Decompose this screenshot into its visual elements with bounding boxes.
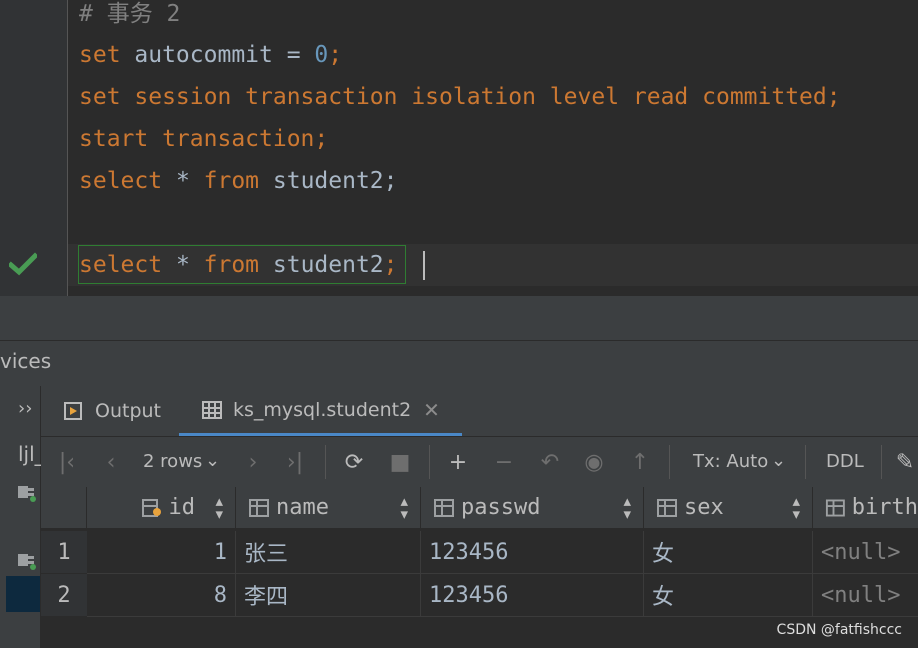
toolbar-divider	[669, 445, 670, 479]
editor-gutter	[0, 0, 68, 296]
remove-row-icon[interactable]: −	[489, 437, 519, 487]
toolbar-divider	[881, 445, 882, 479]
table-cell[interactable]: 123456	[421, 574, 644, 617]
column-header-passwd[interactable]: passwd ▴ ▾	[421, 487, 644, 529]
last-page-icon[interactable]: ›|	[281, 437, 309, 487]
column-header-id[interactable]: id ▴ ▾	[87, 487, 236, 529]
tab-ks-mysql-student2[interactable]: ks_mysql.student2 ✕	[179, 386, 462, 436]
services-header: vices	[0, 340, 918, 387]
add-row-icon[interactable]: +	[443, 437, 473, 487]
table-cell[interactable]: 女	[644, 531, 813, 574]
first-page-icon[interactable]: |‹	[53, 437, 81, 487]
check-icon	[9, 252, 37, 276]
close-icon[interactable]: ✕	[423, 398, 440, 422]
datasource-icon[interactable]	[16, 482, 36, 502]
column-label: passwd	[461, 495, 541, 520]
code-line-2: set session transaction isolation level …	[79, 84, 841, 110]
column-icon	[657, 498, 677, 517]
code-line-1: set autocommit = 0;	[79, 42, 343, 68]
watermark: CSDN @fatfishccc	[776, 622, 902, 638]
sort-icon[interactable]: ▴ ▾	[792, 494, 800, 522]
preview-icon[interactable]: ◉	[579, 437, 609, 487]
text-caret	[423, 251, 425, 280]
submit-icon[interactable]: ↑	[625, 437, 655, 487]
row-number[interactable]: 1	[41, 531, 87, 574]
services-tree: ›› ljl_	[0, 386, 45, 648]
table-cell[interactable]: 李四	[236, 574, 421, 617]
table-cell[interactable]: <null>	[813, 531, 918, 574]
prev-page-icon[interactable]: ‹	[97, 437, 125, 487]
table-cell[interactable]: 女	[644, 574, 813, 617]
chevron-down-icon[interactable]: ⌄	[771, 450, 786, 471]
session-icon[interactable]	[16, 550, 36, 570]
column-icon	[249, 498, 269, 517]
ddl-button[interactable]: DDL	[826, 451, 864, 472]
services-title: vices	[0, 349, 52, 373]
sort-icon[interactable]: ▴ ▾	[400, 494, 408, 522]
output-icon	[64, 402, 82, 420]
tab-output[interactable]: Output	[63, 386, 161, 436]
code-line-3: start transaction;	[79, 126, 329, 152]
column-icon	[434, 498, 454, 517]
refresh-icon[interactable]: ⟳	[339, 437, 369, 487]
toolbar-divider	[429, 445, 430, 479]
column-header-birth[interactable]: birth	[813, 487, 918, 529]
grid-toolbar: |‹ ‹ 2 rows ⌄ › ›| ⟳ ■ + − ↶ ◉ ↑ Tx: Aut…	[41, 437, 918, 488]
table-cell[interactable]: 张三	[236, 531, 421, 574]
chevron-down-icon[interactable]: ⌄	[205, 450, 220, 471]
next-page-icon[interactable]: ›	[239, 437, 267, 487]
code-comment: # 事务 2	[79, 1, 181, 27]
splitter[interactable]	[0, 296, 918, 340]
column-icon	[825, 499, 845, 516]
tx-mode-dropdown[interactable]: Tx: Auto	[693, 451, 768, 472]
row-number-header	[41, 487, 87, 529]
code-line-current[interactable]: select * from student2;	[79, 247, 398, 283]
table-cell[interactable]: <null>	[813, 574, 918, 617]
toolbar-divider	[325, 445, 326, 479]
stop-icon[interactable]: ■	[385, 437, 415, 487]
row-number[interactable]: 2	[41, 574, 87, 617]
table-cell[interactable]: 123456	[421, 531, 644, 574]
toolbar-divider	[805, 445, 806, 479]
primary-key-column-icon	[141, 498, 161, 517]
rows-count-dropdown[interactable]: 2 rows	[143, 451, 202, 472]
table-cell[interactable]: 8	[87, 574, 236, 617]
tab-output-label: Output	[95, 400, 161, 422]
column-label: id	[168, 495, 196, 520]
result-tabs: Output ks_mysql.student2 ✕	[41, 386, 918, 437]
sql-editor[interactable]: # 事务 2 set autocommit = 0; set session t…	[0, 0, 918, 296]
selected-tree-row[interactable]	[6, 576, 40, 612]
sort-icon[interactable]: ▴ ▾	[623, 494, 631, 522]
column-header-sex[interactable]: sex ▴ ▾	[644, 487, 813, 529]
table-cell[interactable]: 1	[87, 531, 236, 574]
table-icon	[202, 400, 222, 419]
code-line-4: select * from student2;	[79, 168, 398, 194]
sort-icon[interactable]: ▴ ▾	[215, 494, 223, 522]
pin-icon[interactable]: ✎	[893, 437, 917, 487]
column-header-name[interactable]: name ▴ ▾	[236, 487, 421, 529]
tab-label: ks_mysql.student2	[233, 398, 412, 421]
chevron-double-right-icon[interactable]: ››	[18, 398, 32, 419]
revert-icon[interactable]: ↶	[535, 437, 565, 487]
column-label: sex	[684, 495, 724, 520]
column-label: birth	[851, 495, 918, 520]
column-label: name	[276, 495, 329, 520]
